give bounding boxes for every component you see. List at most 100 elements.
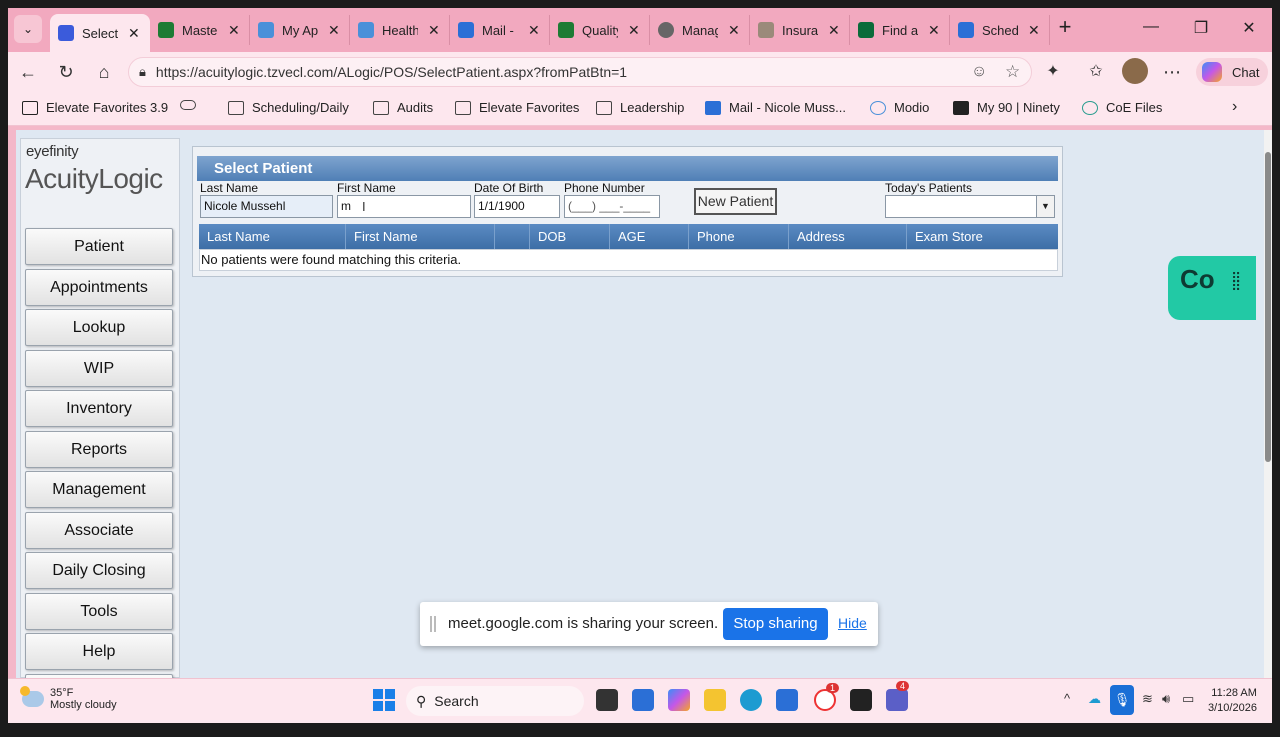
- col-address[interactable]: Address: [788, 224, 906, 249]
- minimize-icon[interactable]: —: [1136, 18, 1166, 36]
- bookmark-audits[interactable]: Audits: [373, 100, 433, 115]
- co-assistant-widget[interactable]: Co ⠿ ⠿: [1168, 256, 1256, 320]
- wifi-icon[interactable]: ≋: [1142, 691, 1153, 707]
- close-tab-icon[interactable]: ✕: [828, 22, 840, 39]
- dropdown-arrow-icon[interactable]: ▼: [1036, 196, 1054, 217]
- restore-icon[interactable]: ❐: [1186, 18, 1216, 38]
- windows-start-icon[interactable]: [373, 689, 395, 711]
- onedrive-icon[interactable]: ☁: [1088, 691, 1101, 707]
- col-dob[interactable]: DOB: [529, 224, 609, 249]
- extensions-icon[interactable]: ✦: [1041, 60, 1065, 84]
- clock[interactable]: 11:28 AM 3/10/2026: [1208, 686, 1257, 716]
- close-tab-icon[interactable]: ✕: [928, 22, 940, 39]
- page-scrollbar[interactable]: [1264, 130, 1272, 678]
- close-tab-icon[interactable]: ✕: [728, 22, 740, 39]
- close-tab-icon[interactable]: ✕: [428, 22, 440, 39]
- new-tab-button[interactable]: +: [1050, 14, 1080, 40]
- taskbar-search[interactable]: ⚲ Search: [406, 686, 584, 716]
- bookmark-mail[interactable]: Mail - Nicole Muss...: [705, 100, 846, 115]
- file-explorer-icon[interactable]: [704, 689, 726, 711]
- close-tab-icon[interactable]: ✕: [528, 22, 540, 39]
- task-view-icon[interactable]: [596, 689, 618, 711]
- chrome-icon[interactable]: 1: [814, 683, 840, 711]
- hide-link[interactable]: Hide: [838, 615, 867, 631]
- battery-icon[interactable]: ▭: [1182, 691, 1194, 707]
- nav-inventory-button[interactable]: Inventory: [25, 390, 173, 427]
- close-tab-icon[interactable]: ✕: [228, 22, 240, 39]
- tab-select-patient[interactable]: Select P ✕: [50, 14, 150, 52]
- new-patient-button[interactable]: New Patient: [694, 188, 777, 215]
- tab-list-dropdown-icon[interactable]: ⌄: [14, 15, 42, 43]
- bookmark-elevate-favorites[interactable]: Elevate Favorites: [455, 100, 579, 115]
- outlook-app-icon[interactable]: [776, 689, 798, 711]
- tab-mail[interactable]: Mail - N ✕: [450, 15, 550, 45]
- tray-overflow-icon[interactable]: ^: [1064, 691, 1070, 706]
- close-window-icon[interactable]: ✕: [1234, 18, 1264, 38]
- bookmark-coe-files[interactable]: CoE Files: [1082, 100, 1162, 115]
- tab-quality[interactable]: Quality ✕: [550, 15, 650, 45]
- tab-master[interactable]: Master ✕: [150, 15, 250, 45]
- weather-widget[interactable]: 35°F Mostly cloudy: [20, 686, 117, 711]
- todays-patients-select[interactable]: ▼: [885, 195, 1055, 218]
- back-arrow-icon[interactable]: ←: [16, 60, 40, 84]
- first-name-input[interactable]: m I: [337, 195, 471, 218]
- dob-input[interactable]: 1/1/1900: [474, 195, 560, 218]
- teams-icon[interactable]: 4: [886, 681, 910, 711]
- tab-insurance[interactable]: Insura ✕: [750, 15, 850, 45]
- refresh-icon[interactable]: ↻: [54, 60, 78, 84]
- last-name-input[interactable]: Nicole Mussehl: [200, 195, 333, 218]
- bookmark-my-90[interactable]: My 90 | Ninety: [953, 100, 1060, 115]
- read-aloud-icon[interactable]: ☺: [971, 63, 987, 81]
- profile-avatar[interactable]: [1122, 58, 1148, 84]
- col-age[interactable]: AGE: [609, 224, 688, 249]
- col-exam-store[interactable]: Exam Store: [906, 224, 1058, 249]
- close-tab-icon[interactable]: ✕: [1028, 22, 1040, 39]
- nav-associate-button[interactable]: Associate: [25, 512, 173, 549]
- store-icon[interactable]: [632, 689, 654, 711]
- site-info-icon[interactable]: 🔒︎: [139, 64, 146, 80]
- nav-lookup-button[interactable]: Lookup: [25, 309, 173, 346]
- bookmark-leadership[interactable]: Leadership: [596, 100, 684, 115]
- drag-handle-icon[interactable]: [430, 616, 436, 632]
- col-first-name[interactable]: First Name: [345, 224, 494, 249]
- nav-tools-button[interactable]: Tools: [25, 593, 173, 630]
- copilot-chat-button[interactable]: Chat: [1196, 58, 1268, 86]
- microphone-icon[interactable]: 🎙︎: [1110, 685, 1134, 715]
- tab-schedule[interactable]: Schedu ✕: [950, 15, 1050, 45]
- col-last-name[interactable]: Last Name: [199, 224, 345, 249]
- scrollbar-thumb[interactable]: [1265, 152, 1271, 462]
- nav-reports-button[interactable]: Reports: [25, 431, 173, 468]
- copilot-app-icon[interactable]: [668, 689, 690, 711]
- nav-management-button[interactable]: Management: [25, 471, 173, 508]
- nav-help-button[interactable]: Help: [25, 633, 173, 670]
- bookmark-link-icon[interactable]: [180, 100, 204, 110]
- favorite-star-icon[interactable]: ☆: [1005, 62, 1020, 82]
- close-tab-icon[interactable]: ✕: [128, 25, 140, 42]
- home-icon[interactable]: ⌂: [92, 60, 116, 84]
- nav-daily-closing-button[interactable]: Daily Closing: [25, 552, 173, 589]
- phone-input[interactable]: (___) ___-____: [564, 195, 660, 218]
- bookmark-elevate-favorites-3-9[interactable]: Elevate Favorites 3.9: [22, 100, 168, 115]
- stop-sharing-button[interactable]: Stop sharing: [723, 608, 828, 640]
- favorites-icon[interactable]: ✩: [1084, 60, 1108, 84]
- tab-health[interactable]: Health ✕: [350, 15, 450, 45]
- close-tab-icon[interactable]: ✕: [328, 22, 340, 39]
- bookmarks-overflow-chevron-icon[interactable]: ›: [1232, 98, 1237, 116]
- more-options-icon[interactable]: ⋯: [1160, 60, 1184, 84]
- tab-find[interactable]: Find a ✕: [850, 15, 950, 45]
- drag-dots-icon[interactable]: ⠿ ⠿: [1231, 271, 1243, 293]
- close-tab-icon[interactable]: ✕: [628, 22, 640, 39]
- bookmark-modio[interactable]: Modio: [870, 100, 929, 115]
- nav-patient-button[interactable]: Patient: [25, 228, 173, 265]
- col-phone[interactable]: Phone: [688, 224, 788, 249]
- volume-icon[interactable]: 🔊︎: [1162, 691, 1170, 707]
- tab-my-apps[interactable]: My Ap ✕: [250, 15, 350, 45]
- sticky-notes-icon[interactable]: [850, 689, 872, 711]
- windows-taskbar: 35°F Mostly cloudy ⚲ Search 1 4 ^ ☁ 🎙︎ ≋…: [8, 678, 1272, 723]
- tab-manage[interactable]: Manag ✕: [650, 15, 750, 45]
- address-bar[interactable]: 🔒︎ https://acuitylogic.tzvecl.com/ALogic…: [128, 57, 1032, 87]
- bookmark-scheduling-daily[interactable]: Scheduling/Daily: [228, 100, 349, 115]
- nav-appointments-button[interactable]: Appointments: [25, 269, 173, 306]
- edge-icon[interactable]: [740, 689, 762, 711]
- nav-wip-button[interactable]: WIP: [25, 350, 173, 387]
